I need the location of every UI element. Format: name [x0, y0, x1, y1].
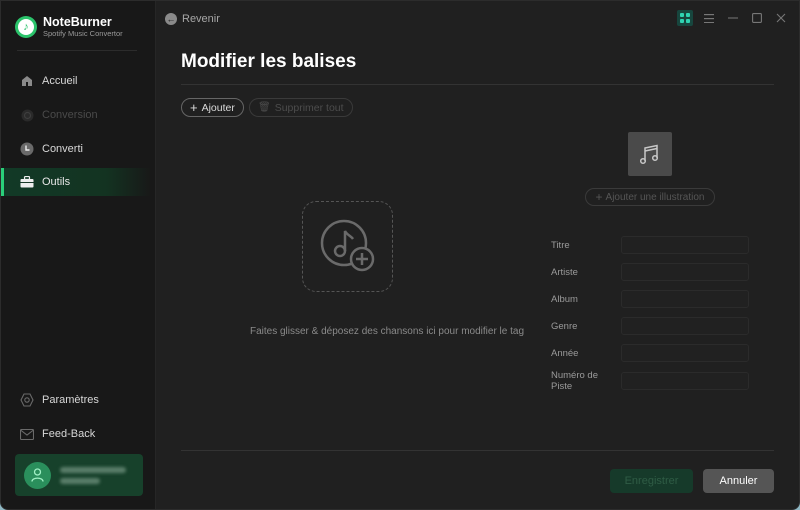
app-name: NoteBurner — [43, 15, 112, 29]
app-subtitle: Spotify Music Convertor — [43, 29, 123, 38]
artist-field[interactable] — [621, 263, 749, 281]
field-label-album: Album — [551, 294, 578, 305]
close-icon[interactable] — [773, 10, 789, 26]
field-label-artist: Artiste — [551, 267, 578, 278]
minimize-icon[interactable] — [725, 10, 741, 26]
artwork-placeholder — [628, 132, 672, 176]
sidebar-item-label: Feed-Back — [42, 428, 96, 440]
sidebar-item-parametres[interactable]: Paramètres — [1, 386, 151, 414]
user-icon — [24, 461, 51, 489]
toolbox-icon — [20, 175, 34, 189]
delete-all-button[interactable]: 🗑 Supprimer tout — [249, 98, 353, 117]
plus-icon: + — [595, 190, 603, 204]
year-field[interactable] — [621, 344, 749, 362]
divider — [181, 84, 774, 85]
divider — [17, 50, 137, 51]
user-account-card[interactable] — [15, 454, 143, 496]
album-field[interactable] — [621, 290, 749, 308]
trash-icon: 🗑 — [258, 101, 271, 113]
app-window: ♪ NoteBurner Spotify Music Convertor Acc… — [0, 0, 800, 510]
field-label-track-number: Numéro de Piste — [551, 370, 598, 392]
cancel-button[interactable]: Annuler — [703, 469, 774, 493]
gear-icon — [20, 393, 34, 407]
track-number-field[interactable] — [621, 372, 749, 390]
field-label-genre: Genre — [551, 321, 578, 332]
plus-icon: + — [190, 99, 198, 115]
drop-zone[interactable] — [302, 201, 393, 292]
sidebar-item-conversion[interactable]: Conversion — [1, 101, 151, 129]
sidebar-item-label: Accueil — [42, 75, 78, 87]
page-title: Modifier les balises — [181, 51, 357, 72]
sidebar-item-label: Converti — [42, 143, 83, 155]
back-button[interactable]: ← Revenir — [165, 13, 220, 25]
music-note-icon — [639, 144, 659, 165]
main-panel: ← Revenir Modifier les balises + Ajouter… — [157, 1, 799, 509]
app-logo-icon: ♪ — [15, 16, 37, 38]
genre-field[interactable] — [621, 317, 749, 335]
sidebar-item-converti[interactable]: Converti — [1, 135, 151, 163]
maximize-icon[interactable] — [749, 10, 765, 26]
sidebar-item-label: Conversion — [42, 109, 98, 121]
sidebar-item-label: Paramètres — [42, 394, 99, 406]
back-label: Revenir — [182, 13, 220, 25]
music-add-icon — [320, 219, 374, 271]
title-field[interactable] — [621, 236, 749, 254]
arrow-left-icon: ← — [165, 13, 177, 25]
user-info-blurred — [60, 462, 126, 489]
sidebar-item-feedback[interactable]: Feed-Back — [1, 420, 151, 448]
grid-icon[interactable] — [677, 10, 693, 26]
add-artwork-button[interactable]: + Ajouter une illustration — [585, 188, 715, 206]
window-controls — [669, 10, 789, 26]
brand: ♪ NoteBurner Spotify Music Convertor — [15, 15, 123, 39]
field-label-year: Année — [551, 348, 579, 359]
sidebar-item-label: Outils — [42, 176, 71, 188]
home-icon — [20, 74, 34, 88]
sync-icon — [20, 108, 34, 122]
divider — [181, 450, 774, 451]
add-button[interactable]: + Ajouter — [181, 98, 244, 117]
sidebar-item-accueil[interactable]: Accueil — [1, 67, 151, 95]
field-label-title: Titre — [551, 240, 570, 251]
save-button[interactable]: Enregistrer — [610, 469, 693, 493]
sidebar-item-outils[interactable]: Outils — [1, 168, 151, 196]
sidebar: ♪ NoteBurner Spotify Music Convertor Acc… — [1, 1, 156, 509]
menu-icon[interactable] — [701, 10, 717, 26]
mail-icon — [20, 427, 34, 441]
drop-hint: Faites glisser & déposez des chansons ic… — [249, 326, 525, 337]
clock-icon — [20, 142, 34, 156]
